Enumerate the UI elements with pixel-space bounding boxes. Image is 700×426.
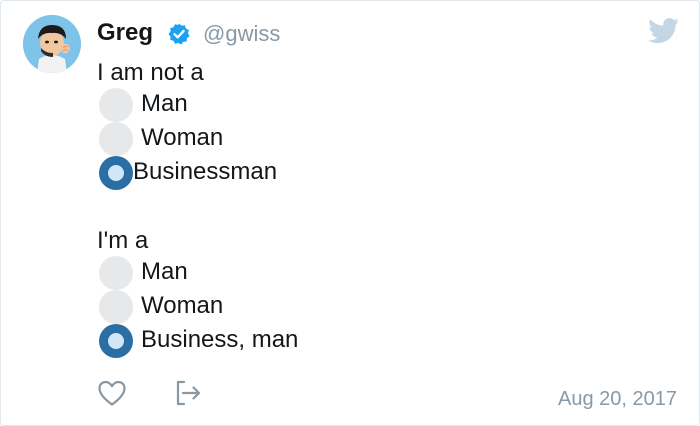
poll2-radio-woman[interactable] (99, 290, 133, 324)
author-handle[interactable]: @gwiss (203, 20, 280, 48)
poll2-radio-business-man[interactable] (99, 324, 133, 358)
poll1-prompt: I am not a (97, 59, 204, 86)
avatar[interactable] (23, 15, 81, 73)
poll2-prompt: I'm a (97, 227, 149, 254)
poll1-option-label: Man (141, 90, 188, 117)
poll2-option-label: Man (141, 258, 188, 285)
poll2-option-label: Woman (141, 292, 224, 319)
poll1-radio-businessman[interactable] (99, 156, 133, 190)
poll2-radio-man[interactable] (99, 256, 133, 290)
twitter-bird-icon[interactable] (648, 18, 680, 44)
share-icon[interactable] (173, 378, 203, 408)
poll1-option-label: Woman (141, 124, 224, 151)
tweet-card: Greg @gwiss I am not a Man Woman Busines… (0, 0, 700, 426)
verified-badge-icon (168, 23, 190, 45)
heart-icon[interactable] (97, 379, 127, 407)
poll2-option-label: Business, man (141, 326, 299, 353)
poll1-radio-woman[interactable] (99, 122, 133, 156)
avatar-illustration (23, 15, 81, 73)
poll1-option-label: Businessman (133, 158, 278, 185)
author-name[interactable]: Greg (97, 19, 153, 47)
tweet-date[interactable]: Aug 20, 2017 (558, 386, 677, 412)
poll1-radio-man[interactable] (99, 88, 133, 122)
